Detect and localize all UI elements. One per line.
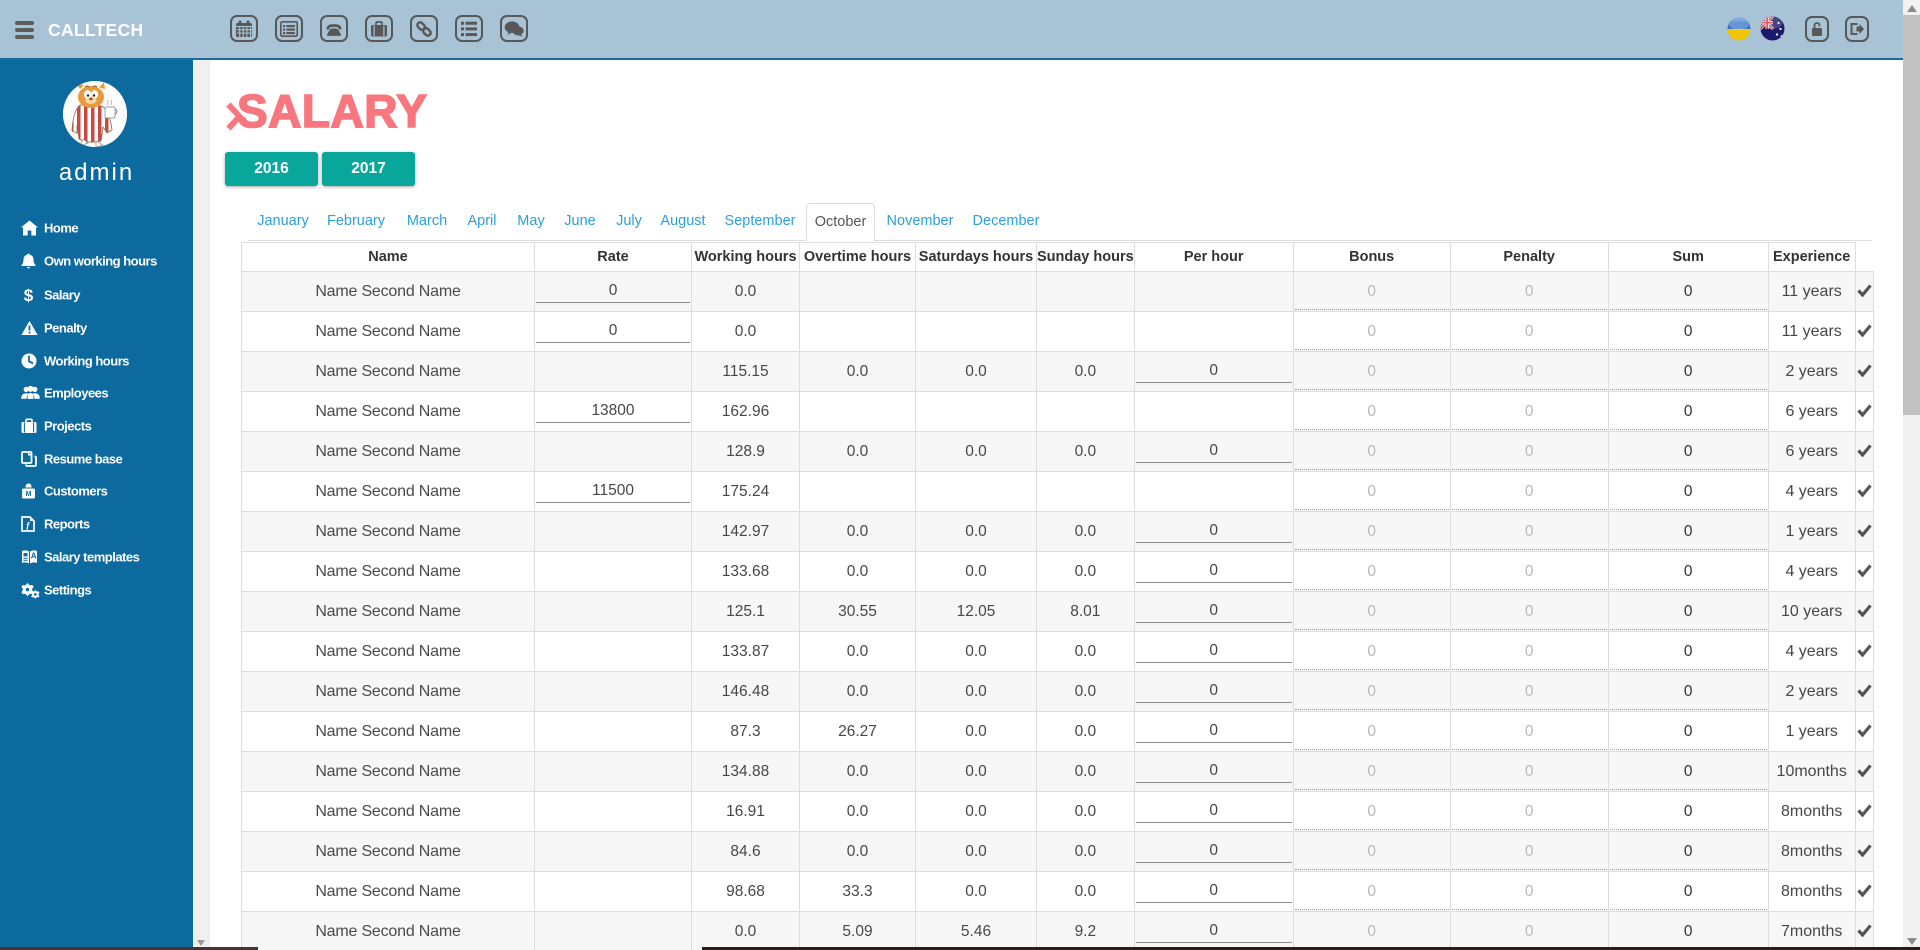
svg-text:M: M xyxy=(26,491,32,498)
svg-text:ƒ: ƒ xyxy=(26,520,31,530)
svg-text:$: $ xyxy=(24,286,34,303)
svg-text:A: A xyxy=(31,551,37,560)
